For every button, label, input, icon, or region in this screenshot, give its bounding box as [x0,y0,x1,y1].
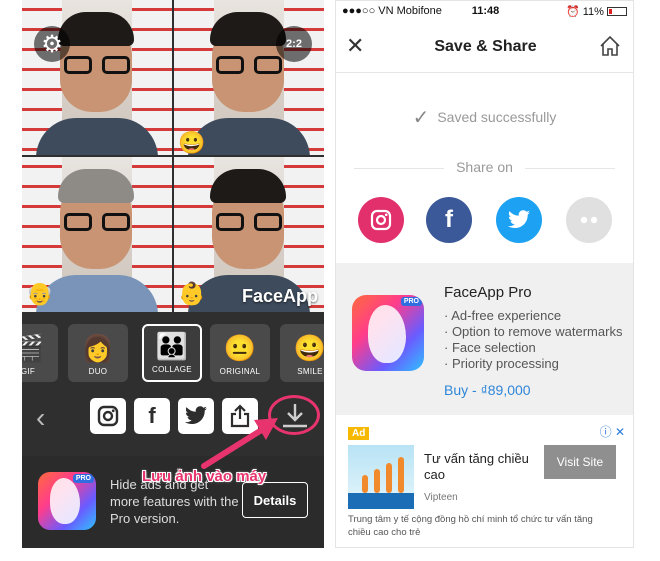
layout-label: DUO [88,367,108,376]
page-title: Save & Share [434,38,537,55]
pro-upsell: PRO FaceApp Pro · Ad-free experience · O… [336,263,633,415]
collage-photo-2: 😀 [174,0,324,155]
collage-photo-3: 👴 [22,157,172,312]
instagram-share-button[interactable] [90,398,126,434]
pro-badge: PRO [72,474,94,483]
ad-badge: Ad [348,427,370,440]
battery-level: ⏰ 11% [566,5,627,18]
facebook-icon: f [148,403,156,428]
twitter-share-circle[interactable] [496,197,542,243]
buy-pro-link[interactable]: Buy - ₫89,000 [444,382,531,398]
checkmark-icon: ✓ [412,107,430,129]
ad-info-close-icon[interactable]: ⓘ ✕ [600,423,625,440]
pro-feature: · Priority processing [444,356,559,371]
layout-gif[interactable]: 🎬 GIF [22,324,58,382]
layout-label: COLLAGE [152,365,192,374]
details-button[interactable]: Details [242,482,308,518]
ad-source: Vipteen [424,492,458,503]
layout-collage[interactable]: 👪 COLLAGE [142,324,202,382]
settings-gear-icon[interactable]: ⚙ [34,26,70,62]
battery-icon [607,7,627,16]
clapperboard-icon: 🎬 [22,333,45,363]
faceapp-watermark: FaceApp [242,286,319,306]
share-on-label: Share on [336,159,633,177]
more-share-circle[interactable] [566,197,612,243]
annotation-arrow-icon [201,418,278,469]
instagram-share-circle[interactable] [358,197,404,243]
layout-label: ORIGINAL [219,367,261,376]
chevron-left-icon[interactable]: ‹ [36,402,45,434]
instagram-icon [370,209,392,231]
facebook-icon: f [445,206,453,233]
collage-photo-1 [22,0,172,155]
pro-feature: · Option to remove watermarks [444,324,623,339]
faceapp-pro-app-icon: PRO [352,295,424,371]
pro-badge: PRO [400,297,422,306]
layout-label: SMILE [297,367,323,376]
family-icon: 👪 [155,331,189,361]
pro-feature: · Face selection [444,340,536,355]
woman-icon: 👩 [81,333,115,363]
layout-smile[interactable]: 😀 SMILE [280,324,324,382]
instagram-icon [97,405,119,427]
faceapp-pro-app-icon: PRO [38,472,96,530]
home-icon[interactable] [599,35,621,57]
layout-label: GIF [22,367,36,376]
saved-status: ✓ Saved successfully [412,107,557,129]
smile-face-icon: 😀 [293,333,324,363]
visit-site-button[interactable]: Visit Site [544,445,616,479]
pro-feature: · Ad-free experience [444,308,562,323]
faceapp-result-screen: 😀 👴 👶 ⚙ 2:2 FaceApp 🎬 GIF 👩 DUO 👪 COLLAG… [22,0,324,548]
ad-title[interactable]: Tư vấn tăng chiều cao [424,451,534,483]
alarm-icon: ⏰ [565,6,583,18]
navigation-bar: ✕ Save & Share [336,21,633,73]
facebook-share-button[interactable]: f [134,398,170,434]
more-dots-icon [580,216,598,224]
status-bar: ●●●○○ VN Mobifone 11:48 ⏰ 11% [336,1,633,21]
layout-original[interactable]: 😐 ORIGINAL [210,324,270,382]
pro-title: FaceApp Pro [444,284,532,301]
layout-duo[interactable]: 👩 DUO [68,324,128,382]
layout-picker: 🎬 GIF 👩 DUO 👪 COLLAGE 😐 ORIGINAL 😀 SMILE [22,318,324,386]
twitter-icon [508,210,530,229]
ad-image[interactable] [348,445,414,509]
save-photo-annotation: Lưu ảnh vào máy [142,468,267,485]
aspect-ratio-button[interactable]: 2:2 [276,26,312,62]
neutral-face-icon: 😐 [223,333,257,363]
facebook-share-circle[interactable]: f [426,197,472,243]
ad-banner: Ad ⓘ ✕ Tư vấn tăng chiều cao Vipteen Vis… [336,415,633,547]
ad-description: Trung tâm y tế cộng đồng hồ chí minh tổ … [348,514,593,538]
save-share-screen: ●●●○○ VN Mobifone 11:48 ⏰ 11% ✕ Save & S… [335,0,634,548]
